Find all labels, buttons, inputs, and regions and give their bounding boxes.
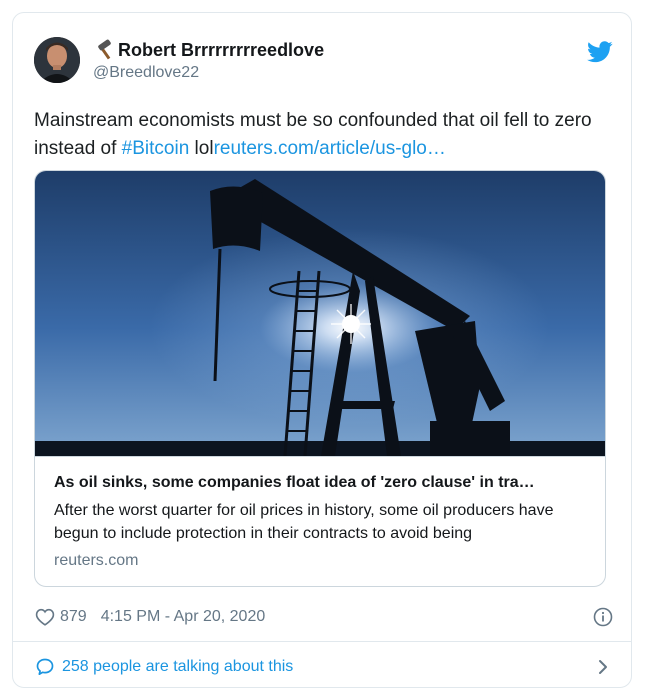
- article-link[interactable]: reuters.com/article/us-glo…: [214, 138, 446, 159]
- speech-bubble-icon: [36, 658, 54, 676]
- author-name[interactable]: Robert Brrrrrrrrreedlove: [118, 40, 324, 61]
- like-count[interactable]: 879: [60, 608, 87, 626]
- card-title[interactable]: As oil sinks, some companies float idea …: [54, 474, 589, 492]
- card-description: After the worst quarter for oil prices i…: [54, 502, 554, 542]
- heart-icon[interactable]: [35, 608, 55, 626]
- conversation-link[interactable]: 258 people are talking about this: [35, 657, 293, 677]
- tweet-text-mid: lol: [189, 138, 214, 159]
- twitter-bird-icon[interactable]: [587, 41, 613, 63]
- hashtag-link[interactable]: #Bitcoin: [122, 138, 190, 159]
- hammer-icon: [93, 39, 115, 61]
- tweet-embed: Robert Brrrrrrrrreedlove @Breedlove22 Ma…: [12, 12, 632, 688]
- author-handle[interactable]: @Breedlove22: [93, 64, 199, 82]
- tweet-text: Mainstream economists must be so confoun…: [34, 107, 604, 163]
- divider: [13, 641, 631, 642]
- timestamp[interactable]: 4:15 PM - Apr 20, 2020: [101, 608, 266, 626]
- card-image-oil-pump[interactable]: [35, 171, 606, 456]
- link-card[interactable]: As oil sinks, some companies float idea …: [34, 170, 606, 587]
- info-icon[interactable]: [593, 607, 613, 627]
- avatar[interactable]: [34, 37, 80, 83]
- card-domain: reuters.com: [54, 552, 139, 569]
- tweet-meta: 879 4:15 PM - Apr 20, 2020: [35, 608, 265, 626]
- conversation-text[interactable]: 258 people are talking about this: [62, 658, 293, 676]
- chevron-right-icon[interactable]: [597, 659, 609, 675]
- author-name-row[interactable]: Robert Brrrrrrrrreedlove: [93, 39, 324, 61]
- card-body[interactable]: As oil sinks, some companies float idea …: [35, 456, 605, 586]
